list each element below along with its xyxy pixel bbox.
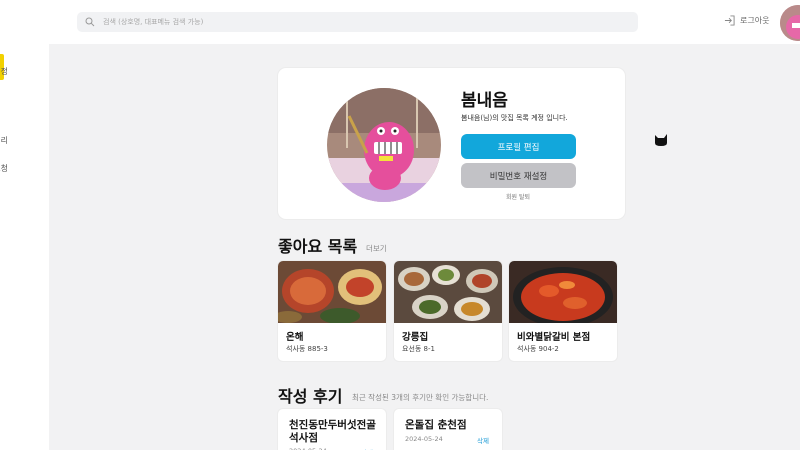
- sidebar-item-3[interactable]: 요청: [0, 163, 8, 174]
- like-card-name: 온해: [286, 332, 304, 343]
- like-card-name: 비와별닭갈비 본점: [517, 332, 591, 343]
- like-card[interactable]: 비와별닭갈비 본점 석사동 904-2: [509, 261, 617, 361]
- restaurant-photo: [509, 261, 617, 323]
- review-card-name: 천진동만두버섯전골 석사점: [289, 419, 376, 444]
- search-input[interactable]: [103, 18, 603, 26]
- avatar[interactable]: [780, 5, 800, 41]
- like-card-name: 강릉집: [402, 332, 429, 343]
- search-icon: [85, 17, 95, 27]
- sidebar: 정 리 요청: [0, 44, 49, 450]
- reviews-title: 작성 후기: [278, 387, 343, 406]
- restaurant-photo: [394, 261, 502, 323]
- profile-photo: [327, 88, 441, 202]
- profile-description: 봄내음(님)의 맛집 목록 계정 입니다.: [461, 114, 568, 122]
- logout-icon: [724, 15, 735, 26]
- review-card[interactable]: 천진동만두버섯전골 석사점 2024-05-24 삭제: [278, 409, 386, 450]
- review-card[interactable]: 온돌집 춘천점 2024-05-24 삭제: [394, 409, 502, 450]
- edit-profile-button[interactable]: 프로필 편집: [461, 134, 576, 159]
- like-card-address: 석사동 904-2: [517, 345, 559, 353]
- like-card[interactable]: 온해 석사동 885-3: [278, 261, 386, 361]
- likes-more-link[interactable]: 더보기: [366, 243, 387, 254]
- reset-password-button[interactable]: 비밀번호 재설정: [461, 163, 576, 188]
- review-card-name: 온돌집 춘천점: [405, 419, 467, 431]
- logout-label: 로그아웃: [740, 16, 770, 25]
- like-card-address: 요선동 8-1: [402, 345, 435, 353]
- sidebar-item-1[interactable]: 정: [0, 66, 8, 77]
- like-card[interactable]: 강릉집 요선동 8-1: [394, 261, 502, 361]
- withdraw-link[interactable]: 회원 탈퇴: [506, 192, 530, 201]
- review-delete-button[interactable]: 삭제: [477, 435, 489, 445]
- likes-title: 좋아요 목록: [278, 237, 358, 256]
- sidebar-item-2[interactable]: 리: [0, 135, 8, 146]
- logout-button[interactable]: 로그아웃: [724, 15, 769, 26]
- profile-nickname: 봄내음: [461, 91, 508, 111]
- reviews-subtitle: 최근 작성된 3개의 후기만 확인 가능합니다.: [352, 393, 489, 402]
- like-card-address: 석사동 885-3: [286, 345, 328, 353]
- cat-icon: [655, 134, 667, 146]
- search-bar[interactable]: [77, 12, 638, 32]
- review-card-date: 2024-05-24: [405, 435, 443, 443]
- top-bar: 로그아웃: [0, 0, 800, 44]
- restaurant-photo: [278, 261, 386, 323]
- profile-card: 봄내음 봄내음(님)의 맛집 목록 계정 입니다. 프로필 편집 비밀번호 재설…: [278, 68, 625, 219]
